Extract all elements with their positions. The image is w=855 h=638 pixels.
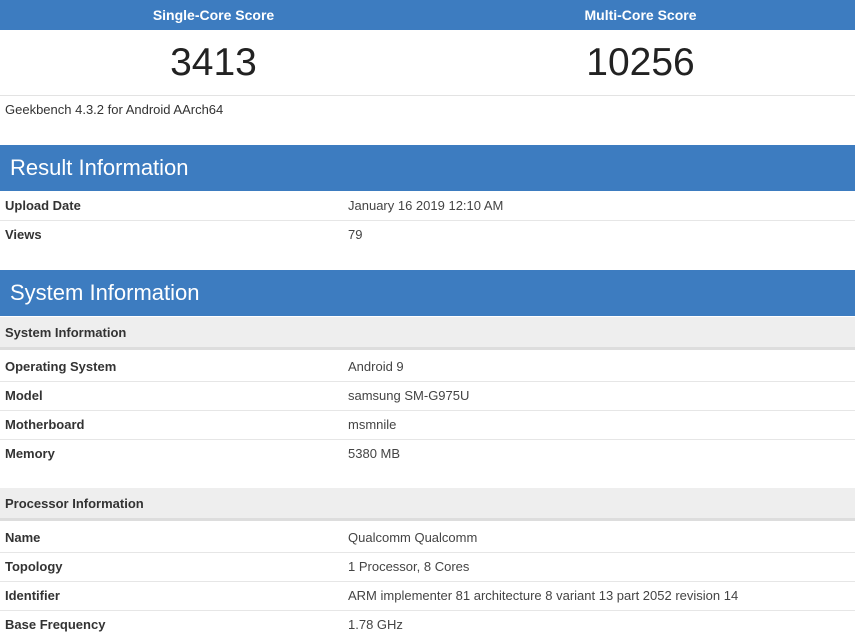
row-value: samsung SM-G975U <box>348 388 470 403</box>
row-value: 1.78 GHz <box>348 617 403 632</box>
single-core-score-label: Single-Core Score <box>152 7 275 23</box>
row-value: January 16 2019 12:10 AM <box>348 198 504 213</box>
row-key: Memory <box>5 446 55 461</box>
row-key: Operating System <box>5 359 117 374</box>
result-row-views: Views 79 <box>0 221 855 250</box>
score-values: 3413 10256 <box>0 30 855 96</box>
row-value: Qualcomm Qualcomm <box>348 530 478 545</box>
processor-row-topology: Topology 1 Processor, 8 Cores <box>0 553 855 582</box>
system-information-header: System Information <box>0 270 855 316</box>
multi-core-score-label: Multi-Core Score <box>584 7 697 23</box>
processor-row-base-frequency: Base Frequency 1.78 GHz <box>0 611 855 638</box>
row-key: Motherboard <box>5 417 85 432</box>
result-information-header: Result Information <box>0 145 855 191</box>
processor-row-name: Name Qualcomm Qualcomm <box>0 524 855 553</box>
multi-core-score-value: 10256 <box>586 41 695 84</box>
row-key: Name <box>5 530 41 545</box>
row-value: ARM implementer 81 architecture 8 varian… <box>348 588 739 603</box>
row-key: Model <box>5 388 43 403</box>
row-key: Upload Date <box>5 198 81 213</box>
score-header: Single-Core Score Multi-Core Score <box>0 0 855 30</box>
row-value: msmnile <box>348 417 397 432</box>
row-key: Topology <box>5 559 63 574</box>
row-key: Base Frequency <box>5 617 106 632</box>
processor-row-identifier: Identifier ARM implementer 81 architectu… <box>0 582 855 611</box>
row-value: 5380 MB <box>348 446 401 461</box>
row-value: 79 <box>348 227 363 242</box>
processor-information-subheader: Processor Information <box>0 488 855 521</box>
row-key: Views <box>5 227 42 242</box>
system-row-operating-system: Operating System Android 9 <box>0 353 855 382</box>
single-core-score-value: 3413 <box>170 41 257 84</box>
system-row-memory: Memory 5380 MB <box>0 440 855 469</box>
system-information-subheader: System Information <box>0 317 855 350</box>
row-value: Android 9 <box>348 359 404 374</box>
row-key: Identifier <box>5 588 60 603</box>
result-row-upload-date: Upload Date January 16 2019 12:10 AM <box>0 192 855 221</box>
system-row-motherboard: Motherboard msmnile <box>0 411 855 440</box>
geekbench-version: Geekbench 4.3.2 for Android AArch64 <box>5 102 224 117</box>
benchmark-result-page: Single-Core Score Multi-Core Score 3413 … <box>0 0 855 638</box>
row-value: 1 Processor, 8 Cores <box>348 559 470 574</box>
system-row-model: Model samsung SM-G975U <box>0 382 855 411</box>
